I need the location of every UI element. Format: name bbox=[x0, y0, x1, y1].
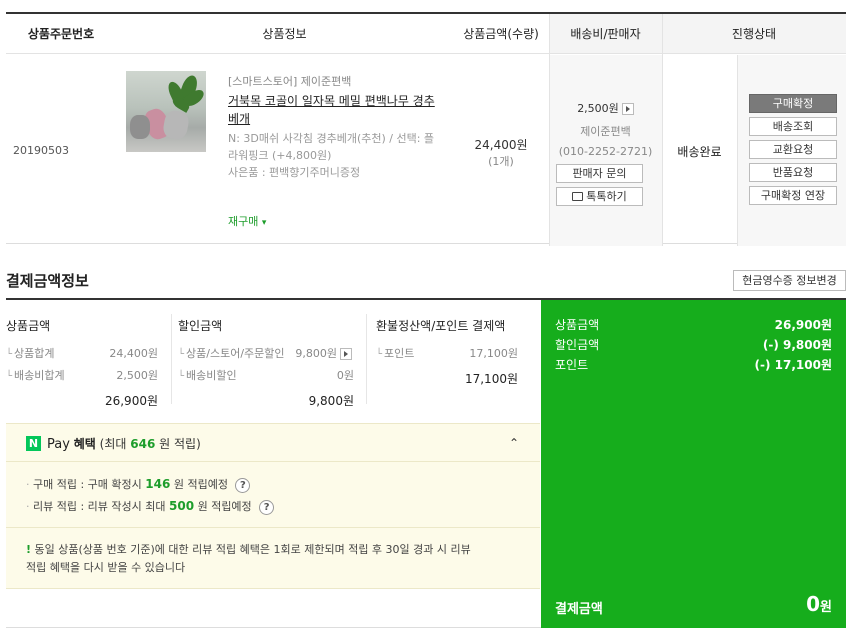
product-qty: (1개) bbox=[488, 155, 514, 168]
help-icon[interactable]: ? bbox=[259, 499, 275, 515]
order-discount-value-row: 9,800원 bbox=[268, 345, 352, 361]
product-amount-header: 상품금액 bbox=[6, 319, 51, 333]
header-shipping-seller: 배송비/판매자 bbox=[549, 14, 662, 54]
seller-inquiry-button[interactable]: 판매자 문의 bbox=[556, 164, 643, 183]
order-table: 상품주문번호 상품정보 상품금액(수량) 배송비/판매자 진행상태 201905… bbox=[6, 12, 846, 246]
divider bbox=[6, 461, 540, 462]
product-total-value: 24,400원 bbox=[109, 347, 158, 360]
refund-point-sum: 17,100원 bbox=[464, 372, 518, 386]
product-name-line1[interactable]: 거북목 코골이 일자목 메밀 편백나무 경추 bbox=[228, 92, 435, 109]
shipping-total-value: 2,500원 bbox=[116, 369, 158, 382]
shipping-fee-row: 2,500원 bbox=[549, 100, 662, 116]
corner-icon: └ bbox=[178, 371, 185, 382]
discount-detail-icon[interactable] bbox=[340, 348, 352, 360]
naver-n-logo-icon: N bbox=[26, 436, 41, 451]
product-option-line1: N: 3D매쉬 사각침 경추베개(추천) / 선택: 플 bbox=[228, 132, 435, 145]
corner-icon: └ bbox=[6, 349, 13, 360]
extend-confirm-button[interactable]: 구매확정 연장 bbox=[749, 186, 837, 205]
shipping-discount-value: 0원 bbox=[336, 369, 354, 382]
npay-benefit-heading: Pay 혜택 (최대 646 원 적립) bbox=[47, 437, 201, 452]
header-amount-qty: 상품금액(수량) bbox=[453, 14, 549, 54]
product-name-line2[interactable]: 베개 bbox=[228, 110, 250, 127]
chevron-up-icon[interactable]: ⌃ bbox=[509, 436, 519, 450]
confirm-purchase-button[interactable]: 구매확정 bbox=[749, 94, 837, 113]
corner-icon: └ bbox=[6, 371, 13, 382]
order-number[interactable]: 20190503 bbox=[13, 144, 69, 157]
point-label: └ 포인트 bbox=[376, 347, 415, 360]
divider bbox=[171, 314, 172, 404]
summary-product-amount-value: 26,900원 bbox=[774, 318, 832, 332]
divider bbox=[6, 527, 540, 528]
header-order-no: 상품주문번호 bbox=[6, 14, 116, 54]
product-image[interactable] bbox=[126, 71, 206, 152]
point-value: 17,100원 bbox=[469, 347, 518, 360]
npay-benefit-box: N Pay 혜택 (최대 646 원 적립) ⌃ · 구매 적립 : 구매 확정… bbox=[6, 423, 540, 589]
shipping-fee-detail-icon[interactable] bbox=[621, 103, 634, 115]
total-payment-label: 결제금액 bbox=[555, 602, 603, 617]
product-amount-sum: 26,900원 bbox=[104, 394, 158, 408]
talk-button[interactable]: 톡톡하기 bbox=[556, 187, 643, 206]
divider bbox=[737, 55, 738, 246]
shipping-discount-label: └ 배송비할인 bbox=[178, 369, 237, 382]
notice-icon: ! bbox=[26, 543, 32, 556]
header-status: 진행상태 bbox=[662, 14, 846, 54]
review-notice: ! 동일 상품(상품 번호 기준)에 대한 리뷰 적립 혜택은 1회로 제한되며… bbox=[26, 543, 471, 574]
purchase-reward-line: · 구매 적립 : 구매 확정시 146 원 적립예정 ? bbox=[26, 476, 251, 493]
product-price: 24,400원 bbox=[474, 138, 528, 152]
payment-summary-panel: 상품금액 26,900원 할인금액 (-) 9,800원 포인트 (-) 17,… bbox=[541, 300, 846, 628]
help-icon[interactable]: ? bbox=[235, 477, 251, 493]
chat-icon bbox=[572, 191, 584, 201]
divider bbox=[662, 14, 663, 246]
return-request-button[interactable]: 반품요청 bbox=[749, 163, 837, 182]
product-option-line2: 라워핑크 (+4,800원) bbox=[228, 149, 332, 162]
divider bbox=[366, 314, 367, 404]
seller-name[interactable]: 제이준편백 bbox=[549, 123, 662, 139]
review-reward-line: · 리뷰 적립 : 리뷰 작성시 최대 500 원 적립예정 ? bbox=[26, 498, 275, 515]
chevron-down-icon: ▾ bbox=[261, 218, 267, 228]
summary-point-label: 포인트 bbox=[555, 358, 589, 372]
payment-section-title: 결제금액정보 bbox=[6, 272, 89, 290]
store-name[interactable]: [스마트스토어] 제이준편백 bbox=[228, 73, 351, 89]
talk-label: 톡톡하기 bbox=[586, 190, 627, 203]
payment-table: 상품금액 └ 상품합계 24,400원 └ 배송비합계 2,500원 26,900원… bbox=[6, 298, 846, 628]
cash-receipt-change-button[interactable]: 현금영수증 정보변경 bbox=[733, 270, 846, 291]
discount-sum: 9,800원 bbox=[308, 394, 354, 408]
corner-icon: └ bbox=[178, 349, 185, 360]
summary-discount-value: (-) 9,800원 bbox=[762, 338, 832, 352]
order-discount-value: 9,800원 bbox=[295, 347, 337, 360]
discount-header: 할인금액 bbox=[178, 319, 223, 333]
product-total-label: └ 상품합계 bbox=[6, 347, 55, 360]
shipping-total-label: └ 배송비합계 bbox=[6, 369, 65, 382]
summary-discount-label: 할인금액 bbox=[555, 338, 600, 352]
gift-info: 사은품 : 편백향기주머니증정 bbox=[228, 166, 361, 179]
track-delivery-button[interactable]: 배송조회 bbox=[749, 117, 837, 136]
refund-point-header: 환불정산액/포인트 결제액 bbox=[376, 319, 506, 333]
corner-icon: └ bbox=[376, 349, 383, 360]
exchange-request-button[interactable]: 교환요청 bbox=[749, 140, 837, 159]
reorder-label: 재구매 bbox=[228, 215, 259, 228]
seller-phone: (010-2252-2721) bbox=[558, 145, 653, 158]
summary-product-amount-label: 상품금액 bbox=[555, 318, 600, 332]
delivery-status: 배송완료 bbox=[677, 145, 722, 159]
total-payment-amount: 0원 bbox=[806, 592, 832, 616]
summary-point-value: (-) 17,100원 bbox=[754, 358, 832, 372]
header-product-info: 상품정보 bbox=[116, 14, 453, 54]
shipping-fee: 2,500원 bbox=[577, 102, 619, 115]
reorder-link[interactable]: 재구매 ▾ bbox=[228, 213, 266, 229]
